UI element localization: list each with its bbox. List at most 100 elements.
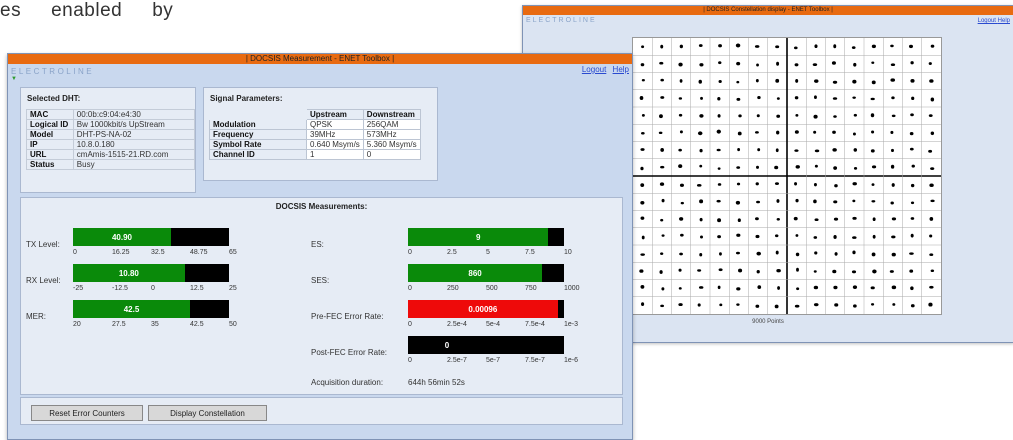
- dht-key: Model: [26, 129, 74, 140]
- signal-key: Channel ID: [209, 149, 307, 160]
- display-constellation-button[interactable]: Display Constellation: [148, 405, 267, 421]
- constellation-point-cluster: [910, 61, 914, 65]
- constellation-point-cluster: [717, 285, 721, 290]
- scale-tick-label: 25: [229, 285, 237, 292]
- constellation-point-cluster: [928, 302, 933, 307]
- constellation-point-cluster: [659, 270, 663, 274]
- constellation-point-cluster: [678, 148, 682, 152]
- constellation-point-cluster: [736, 287, 741, 291]
- constellation-point-cluster: [910, 286, 914, 291]
- constellation-point-cluster: [814, 251, 818, 255]
- mer-scale: 20 27.5 35 42.5 50: [73, 321, 249, 330]
- constellation-point-cluster: [757, 148, 761, 152]
- constellation-point-cluster: [909, 269, 914, 273]
- constellation-links: Logout Help: [978, 18, 1010, 24]
- constellation-point-cluster: [716, 199, 721, 203]
- scale-tick-label: 2.5: [447, 249, 457, 256]
- constellation-point-cluster: [891, 285, 897, 290]
- constellation-point-cluster: [678, 268, 682, 272]
- rx-level-label: RX Level:: [26, 276, 61, 285]
- constellation-point-cluster: [660, 304, 665, 308]
- constellation-point-cluster: [776, 269, 781, 273]
- constellation-point-cluster: [928, 62, 932, 65]
- constellation-point-cluster: [699, 199, 704, 204]
- constellation-point-cluster: [680, 201, 684, 205]
- scale-tick-label: 65: [229, 249, 237, 256]
- ses-value: 860: [468, 268, 482, 278]
- constellation-point-cluster: [774, 234, 779, 238]
- constellation-point-cluster: [641, 235, 645, 240]
- constellation-plot: [632, 37, 942, 315]
- constellation-point-cluster: [793, 216, 798, 221]
- constellation-point-cluster: [908, 44, 914, 49]
- acquisition-duration-label: Acquisition duration:: [311, 378, 384, 387]
- constellation-point-cluster: [698, 286, 704, 289]
- scale-tick-label: 2.5e-4: [447, 321, 467, 328]
- constellation-point-cluster: [680, 233, 684, 237]
- constellation-point-cluster: [756, 200, 761, 204]
- constellation-point-cluster: [870, 149, 875, 153]
- constellation-point-cluster: [929, 183, 934, 188]
- help-link[interactable]: Help: [613, 65, 629, 74]
- constellation-point-cluster: [678, 97, 683, 100]
- constellation-point-cluster: [891, 96, 895, 100]
- constellation-point-cluster: [641, 302, 645, 307]
- constellation-point-cluster: [870, 113, 875, 118]
- dht-key: MAC: [26, 109, 74, 120]
- constellation-point-cluster: [814, 44, 818, 49]
- constellation-point-cluster: [697, 131, 703, 136]
- constellation-point-cluster: [756, 165, 759, 169]
- constellation-point-cluster: [910, 79, 915, 83]
- constellation-point-cluster: [852, 79, 857, 84]
- constellation-point-cluster: [891, 183, 895, 187]
- constellation-point-cluster: [796, 287, 800, 291]
- signal-parameters-heading: Signal Parameters:: [210, 94, 283, 103]
- signal-row: Modulation QPSK 256QAM: [209, 119, 421, 130]
- constellation-point-cluster: [813, 95, 817, 99]
- constellation-point-cluster: [775, 78, 780, 83]
- constellation-point-cluster: [640, 183, 645, 187]
- constellation-point-cluster: [756, 63, 759, 67]
- constellation-point-cluster: [833, 166, 838, 170]
- constellation-help-link[interactable]: Help: [998, 18, 1010, 24]
- signal-downstream-value: 573MHz: [362, 129, 421, 140]
- electroline-logo: ELECTROLINE: [526, 17, 597, 24]
- constellation-logout-link[interactable]: Logout: [978, 18, 996, 24]
- constellation-point-cluster: [910, 304, 915, 308]
- constellation-point-cluster: [795, 165, 800, 169]
- constellation-point-cluster: [871, 252, 876, 257]
- constellation-point-cluster: [871, 80, 876, 85]
- constellation-point-cluster: [735, 200, 741, 205]
- constellation-point-cluster: [794, 130, 799, 134]
- constellation-point-cluster: [872, 234, 876, 239]
- constellation-point-cluster: [757, 285, 762, 290]
- constellation-point-cluster: [871, 183, 875, 186]
- dht-row: URL cmAmis-1515-21.RD.com: [26, 149, 196, 160]
- header-links: Logout Help: [578, 65, 629, 74]
- pre-fec-error-rate-label: Pre-FEC Error Rate:: [311, 312, 384, 321]
- constellation-point-cluster: [659, 61, 664, 65]
- dht-row: Logical ID Bw 1000kbit/s UpStream: [26, 119, 196, 130]
- constellation-point-cluster: [911, 164, 915, 168]
- constellation-point-cluster: [660, 44, 664, 49]
- logout-link[interactable]: Logout: [582, 65, 606, 74]
- brand-text: ELECTROLINE: [11, 67, 95, 76]
- constellation-point-cluster: [640, 201, 645, 205]
- constellation-point-cluster: [795, 252, 800, 257]
- constellation-point-cluster: [796, 267, 799, 272]
- dht-row: Status Busy: [26, 159, 196, 170]
- constellation-point-cluster: [853, 62, 857, 67]
- constellation-point-cluster: [928, 149, 933, 153]
- dht-value: Busy: [72, 159, 196, 170]
- constellation-point-cluster: [660, 96, 665, 99]
- dht-key: Logical ID: [26, 119, 74, 130]
- constellation-point-cluster: [911, 96, 915, 101]
- constellation-point-cluster: [678, 164, 683, 169]
- dht-value: 10.8.0.180: [72, 139, 196, 150]
- constellation-point-cluster: [679, 44, 684, 49]
- constellation-point-cluster: [930, 97, 935, 102]
- constellation-point-cluster: [679, 79, 683, 83]
- dht-key: Status: [26, 159, 74, 170]
- reset-error-counters-button[interactable]: Reset Error Counters: [31, 405, 143, 421]
- ses-label: SES:: [311, 276, 330, 285]
